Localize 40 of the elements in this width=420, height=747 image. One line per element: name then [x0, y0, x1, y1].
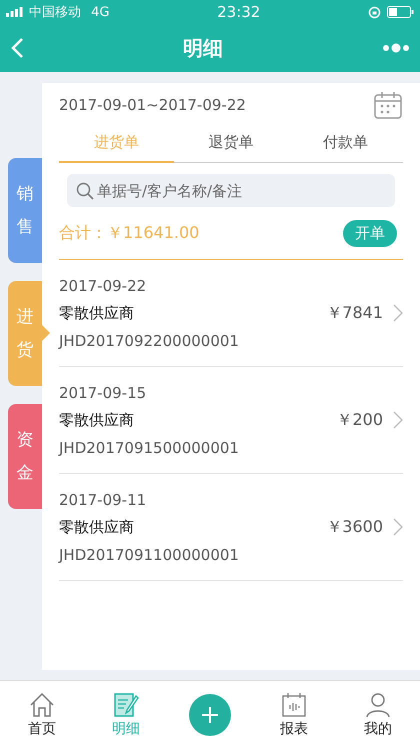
date-range[interactable]: 2017-09-01~2017-09-22 [59, 96, 246, 114]
search-icon [76, 182, 94, 200]
bottom-tab[interactable]: 我的 [336, 692, 420, 738]
order-number: JHD2017092200000001 [59, 332, 240, 350]
rotation-lock-icon [368, 6, 381, 18]
add-button[interactable] [189, 694, 231, 736]
plus-icon [200, 704, 220, 724]
home-icon [29, 692, 55, 718]
person-icon [365, 692, 391, 718]
carrier-name: 中国移动 [29, 4, 81, 21]
supplier-name: 零散供应商 [59, 410, 135, 430]
supplier-name: 零散供应商 [59, 304, 135, 322]
order-date: 2017-09-22 [59, 276, 148, 294]
back-icon[interactable] [10, 37, 24, 59]
bottom-tab[interactable]: 首页 [0, 692, 84, 738]
order-date: 2017-09-11 [59, 490, 148, 508]
order-date: 2017-09-15 [59, 384, 148, 402]
calendar-icon[interactable] [373, 90, 403, 120]
order-amount: ￥3600 [326, 516, 383, 538]
tab[interactable]: 退货单 [174, 127, 288, 163]
calendar-chart-icon [281, 692, 307, 718]
chevron-right-icon[interactable] [393, 518, 403, 536]
chevron-right-icon[interactable] [393, 304, 403, 322]
battery-icon [387, 6, 414, 18]
supplier-name: 零散供应商 [59, 518, 135, 536]
order-amount: ￥7841 [326, 302, 383, 324]
bottom-tab[interactable]: 报表 [252, 692, 336, 738]
notepad-pencil-icon [113, 692, 139, 718]
network-type: 4G [90, 4, 110, 20]
page-title: 明细 [183, 36, 223, 60]
order-number: JHD2017091100000001 [59, 546, 240, 564]
order-amount: ￥200 [336, 410, 383, 430]
more-icon[interactable] [382, 42, 410, 54]
tab[interactable]: 付款单 [288, 127, 404, 163]
order-number: JHD2017091500000001 [59, 438, 240, 456]
search-field[interactable]: 单据号/客户名称/备注 [67, 174, 395, 207]
signal-icon [6, 7, 23, 17]
clock-time: 23:32 [217, 3, 260, 21]
chevron-right-icon[interactable] [393, 411, 403, 429]
total-amount: 合计：￥11641.00 [59, 222, 200, 244]
